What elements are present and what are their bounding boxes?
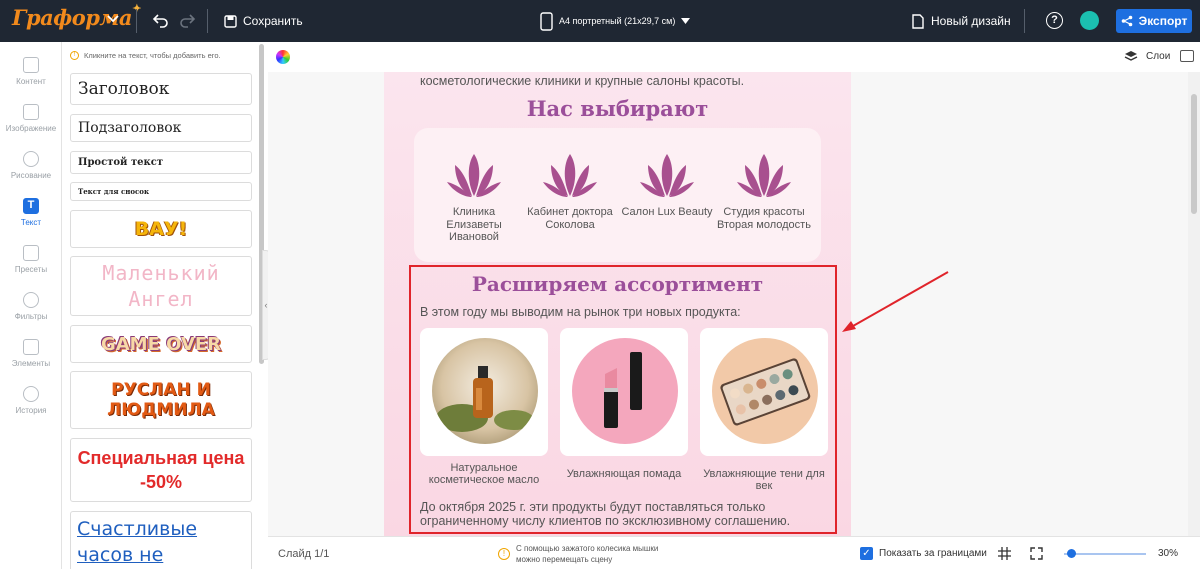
divider — [207, 9, 208, 33]
share-icon — [1121, 15, 1132, 27]
client-item[interactable]: Клиника Елизаветы Ивановой — [424, 152, 524, 244]
layers-icon — [1124, 51, 1138, 61]
panel-hint: ! Кликните на текст, чтобы добавить его. — [70, 51, 221, 60]
presets-icon — [23, 245, 39, 261]
zoom-slider[interactable] — [1064, 553, 1146, 555]
bottom-bar: Слайд 1/1 ! С помощью зажатого колесика м… — [268, 536, 1200, 569]
text-preset-angel[interactable]: Маленький Ангел — [70, 256, 252, 316]
client-item[interactable]: Салон Lux Beauty — [617, 152, 717, 219]
top-toolbar: Граформа✦ Сохранить A4 портретный (21x29… — [0, 0, 1200, 42]
layers-button[interactable]: Слои — [1124, 50, 1170, 62]
sidebar-item-draw[interactable]: Рисование — [0, 151, 62, 180]
color-wheel-icon[interactable] — [276, 50, 290, 64]
new-design-label: Новый дизайн — [931, 14, 1011, 28]
filters-icon — [23, 292, 39, 308]
new-design-button[interactable]: Новый дизайн — [912, 11, 1011, 31]
image-icon — [23, 104, 39, 120]
export-button[interactable]: Экспорт — [1116, 9, 1192, 33]
divider — [136, 9, 137, 33]
client-item[interactable]: Кабинет доктора Соколова — [520, 152, 620, 231]
text-style-footnote[interactable]: Текст для сносок — [70, 182, 252, 201]
text-panel: ! Кликните на текст, чтобы добавить его. … — [62, 42, 266, 569]
text-preset-happy-hours[interactable]: Счастливые часов не наблюдают — [70, 511, 252, 569]
intro-line[interactable]: косметологические клиники и крупные сало… — [420, 74, 744, 88]
canvas-scrollbar[interactable] — [1188, 72, 1200, 536]
sidebar-item-text[interactable]: T Текст — [0, 198, 62, 227]
sidebar-item-filters[interactable]: Фильтры — [0, 292, 62, 321]
sidebar-item-elements[interactable]: Элементы — [0, 339, 62, 368]
document-icon — [912, 13, 924, 29]
caret-down-icon — [681, 18, 691, 24]
scroll-thumb[interactable] — [1191, 94, 1197, 214]
sidebar-item-image[interactable]: Изображение — [0, 104, 62, 133]
divider — [1024, 9, 1025, 33]
show-outside-checkbox[interactable]: ✓ Показать за границами — [860, 547, 987, 560]
text-preset-ruslan[interactable]: РУСЛАН И ЛЮДМИЛА — [70, 371, 252, 429]
slide-indicator[interactable]: Слайд 1/1 — [278, 548, 329, 560]
save-icon — [224, 14, 237, 28]
clients-card[interactable]: Клиника Елизаветы Ивановой Кабинет докто… — [414, 128, 821, 262]
history-icon — [23, 386, 39, 402]
client-item[interactable]: Студия красоты Вторая молодость — [714, 152, 814, 231]
sidebar-item-content[interactable]: Контент — [0, 57, 62, 86]
sidebar-item-history[interactable]: История — [0, 386, 62, 415]
draw-icon — [23, 151, 39, 167]
grid-icon[interactable] — [998, 547, 1011, 560]
checkbox-checked-icon: ✓ — [860, 547, 873, 560]
save-button[interactable]: Сохранить — [224, 11, 303, 31]
zoom-level: 30% — [1158, 548, 1179, 559]
navigation-tip: ! С помощью зажатого колесика мышки можно… — [498, 543, 666, 565]
comment-icon[interactable] — [1180, 50, 1194, 62]
zoom-handle[interactable] — [1067, 549, 1076, 558]
canvas-toolbar: Слои — [268, 42, 1200, 72]
text-style-plain[interactable]: Простой текст — [70, 151, 252, 174]
sidebar-item-presets[interactable]: Пресеты — [0, 245, 62, 274]
chevron-down-icon[interactable] — [106, 12, 120, 26]
avatar[interactable] — [1080, 11, 1099, 30]
lotus-icon — [447, 154, 501, 197]
redo-icon[interactable] — [178, 11, 196, 29]
export-label: Экспорт — [1138, 14, 1188, 28]
page-icon — [540, 11, 553, 31]
format-label: A4 портретный (21x29,7 см) — [559, 16, 676, 26]
elements-icon — [23, 339, 39, 355]
lotus-icon — [737, 154, 791, 197]
help-button[interactable]: ? — [1046, 12, 1063, 29]
layers-label: Слои — [1146, 50, 1171, 62]
info-icon: ! — [498, 548, 510, 560]
content-icon — [23, 57, 39, 73]
annotation-arrow — [842, 271, 949, 332]
text-preset-game-over[interactable]: GAME OVER — [70, 325, 252, 363]
undo-icon[interactable] — [152, 11, 170, 29]
text-style-subheading[interactable]: Подзаголовок — [70, 114, 252, 142]
section-title-choose-us[interactable]: Нас выбирают — [384, 96, 851, 121]
lotus-icon — [543, 154, 597, 197]
fit-screen-icon[interactable] — [1030, 547, 1043, 560]
text-style-heading[interactable]: Заголовок — [70, 73, 252, 105]
left-sidebar: Контент Изображение Рисование T Текст Пре… — [0, 42, 62, 569]
page-format-select[interactable]: A4 портретный (21x29,7 см) — [540, 10, 691, 32]
info-icon: ! — [70, 51, 79, 60]
highlight-box — [409, 265, 837, 534]
text-preset-wow[interactable]: ВАУ! — [70, 210, 252, 248]
text-preset-special-price[interactable]: Специальная цена -50% — [70, 438, 252, 502]
text-icon: T — [23, 198, 39, 214]
save-label: Сохранить — [243, 14, 303, 28]
lotus-icon — [640, 154, 694, 197]
